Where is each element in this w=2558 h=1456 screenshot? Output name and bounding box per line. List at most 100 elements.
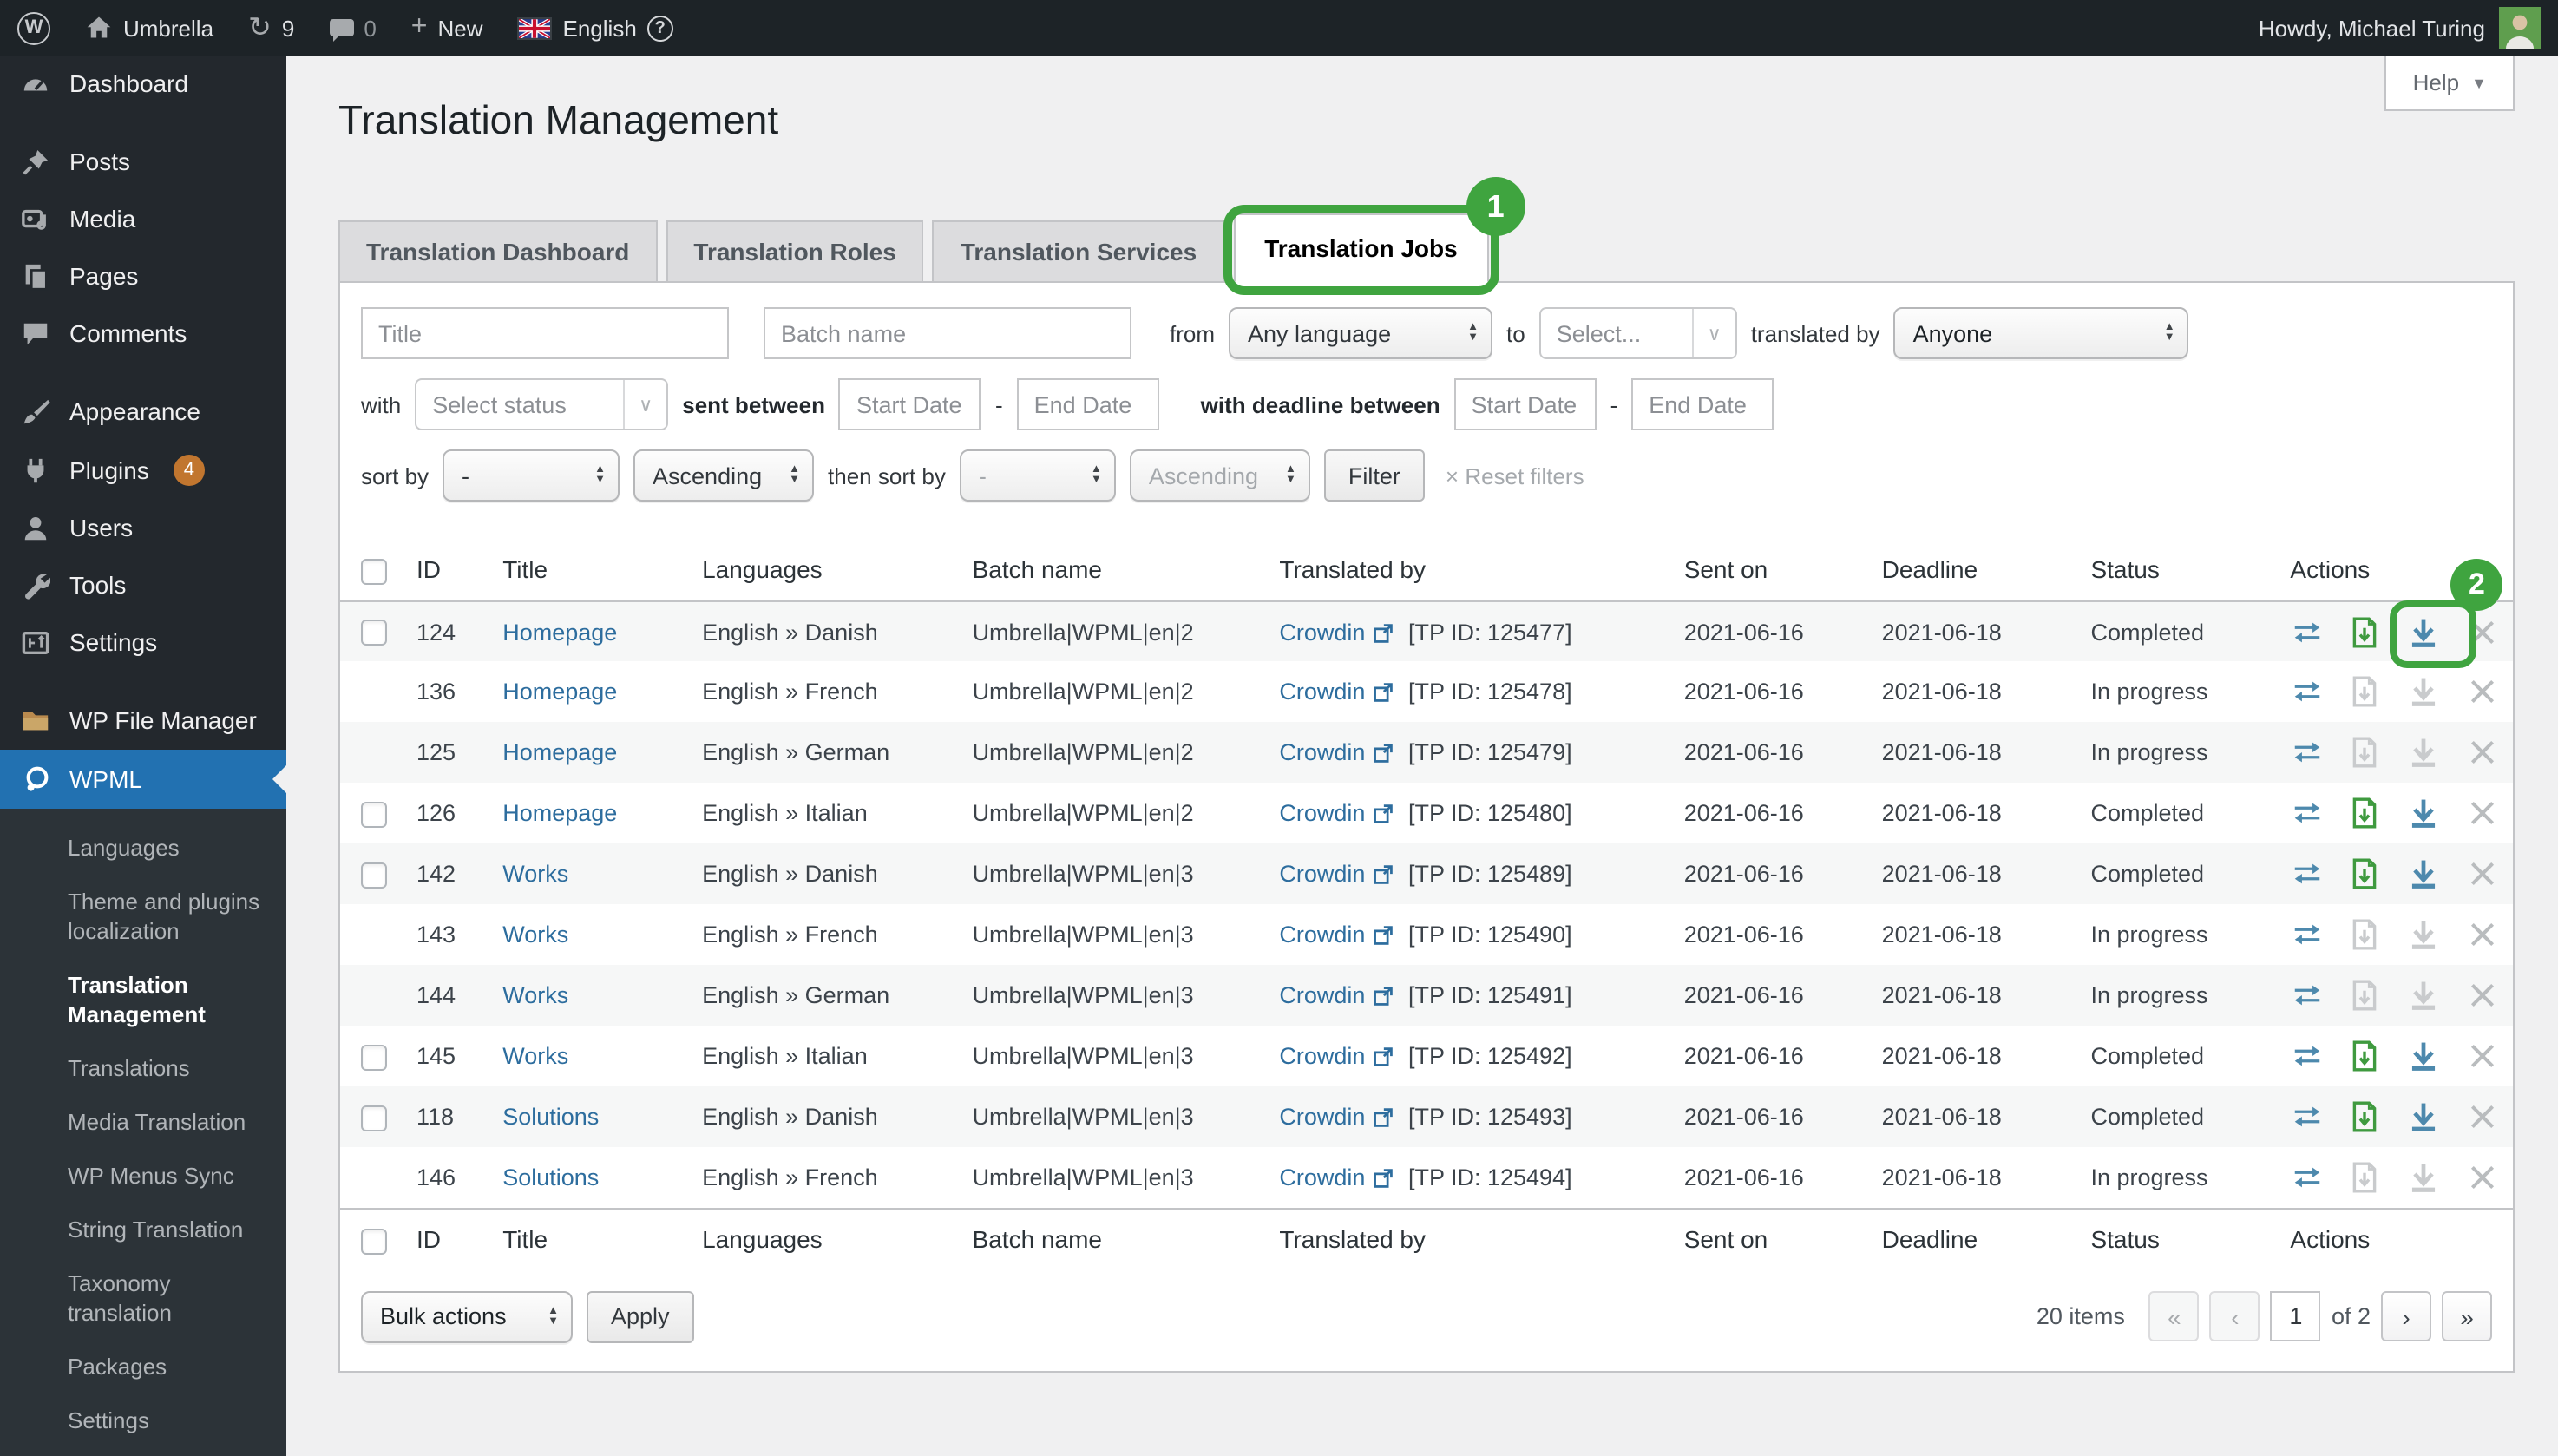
select-all-checkbox[interactable] <box>361 559 387 585</box>
sent-start-date-input[interactable] <box>839 378 981 430</box>
last-page-button[interactable]: » <box>2442 1291 2492 1341</box>
translator-link[interactable]: Crowdin <box>1279 679 1365 705</box>
row-checkbox[interactable] <box>361 862 387 889</box>
filter-button[interactable]: Filter <box>1324 449 1425 502</box>
wordpress-menu[interactable]: W <box>0 0 68 56</box>
apply-button[interactable]: Apply <box>587 1290 694 1342</box>
deadline-end-date-input[interactable] <box>1631 378 1774 430</box>
submenu-theme-localization[interactable]: Theme and plugins localization <box>0 875 286 958</box>
submenu-taxonomy-translation[interactable]: Taxonomy translation <box>0 1256 286 1340</box>
sidebar-item-media[interactable]: Media <box>0 191 286 248</box>
cancel-job-icon[interactable] <box>2466 1161 2499 1194</box>
translator-link[interactable]: Crowdin <box>1279 922 1365 948</box>
row-checkbox[interactable] <box>361 1105 387 1131</box>
tab-translation-jobs[interactable]: Translation Jobs 1 <box>1233 213 1489 283</box>
cancel-job-icon[interactable] <box>2466 858 2499 891</box>
download-translation-icon[interactable] <box>2407 858 2440 891</box>
translator-link[interactable]: Crowdin <box>1279 801 1365 827</box>
export-xliff-icon[interactable] <box>2349 1040 2382 1073</box>
site-link[interactable]: Umbrella <box>68 0 231 56</box>
translator-link[interactable]: Crowdin <box>1279 1044 1365 1070</box>
row-checkbox[interactable] <box>361 802 387 828</box>
sidebar-item-wp-file-manager[interactable]: WP File Manager <box>0 692 286 750</box>
export-xliff-icon[interactable] <box>2349 797 2382 830</box>
submenu-support[interactable]: Support <box>0 1447 286 1456</box>
current-page-input[interactable] <box>2271 1291 2321 1341</box>
download-translation-icon[interactable] <box>2407 1101 2440 1134</box>
translator-link[interactable]: Crowdin <box>1279 740 1365 766</box>
submenu-media-translation[interactable]: Media Translation <box>0 1095 286 1149</box>
sort2-order-select[interactable]: Ascending ▲▼ <box>1130 449 1310 502</box>
translator-link[interactable]: Crowdin <box>1279 619 1365 645</box>
translator-link[interactable]: Crowdin <box>1279 1164 1365 1190</box>
translator-link[interactable]: Crowdin <box>1279 1105 1365 1131</box>
submenu-wp-menus-sync[interactable]: WP Menus Sync <box>0 1149 286 1203</box>
howdy-text[interactable]: Howdy, Michael Turing <box>2259 15 2485 41</box>
updates-button[interactable]: ↻ 9 <box>231 0 312 56</box>
batch-name-filter-input[interactable] <box>764 307 1131 359</box>
cancel-job-icon[interactable] <box>2466 980 2499 1013</box>
title-filter-input[interactable] <box>361 307 729 359</box>
avatar[interactable] <box>2499 7 2541 49</box>
sync-job-icon[interactable] <box>2290 858 2323 891</box>
translator-link[interactable]: Crowdin <box>1279 862 1365 888</box>
submenu-translation-management[interactable]: Translation Management <box>0 958 286 1041</box>
cancel-job-icon[interactable] <box>2466 615 2499 648</box>
download-translation-icon[interactable] <box>2407 1040 2440 1073</box>
download-translation-icon[interactable] <box>2407 615 2440 648</box>
sync-job-icon[interactable] <box>2290 980 2323 1013</box>
submenu-languages[interactable]: Languages <box>0 821 286 875</box>
bulk-actions-select[interactable]: Bulk actions ▲▼ <box>361 1290 573 1342</box>
sent-end-date-input[interactable] <box>1017 378 1159 430</box>
cancel-job-icon[interactable] <box>2466 1101 2499 1134</box>
sync-job-icon[interactable] <box>2290 797 2323 830</box>
job-title-link[interactable]: Homepage <box>502 801 617 827</box>
sidebar-item-users[interactable]: Users <box>0 500 286 557</box>
next-page-button[interactable]: › <box>2381 1291 2431 1341</box>
job-title-link[interactable]: Works <box>502 922 568 948</box>
deadline-start-date-input[interactable] <box>1454 378 1597 430</box>
job-title-link[interactable]: Solutions <box>502 1164 599 1190</box>
sidebar-item-appearance[interactable]: Appearance <box>0 384 286 441</box>
sync-job-icon[interactable] <box>2290 676 2323 709</box>
reset-filters-link[interactable]: × Reset filters <box>1446 462 1584 489</box>
cancel-job-icon[interactable] <box>2466 737 2499 770</box>
tab-translation-services[interactable]: Translation Services <box>933 220 1224 283</box>
sync-job-icon[interactable] <box>2290 737 2323 770</box>
comments-button[interactable]: 0 <box>312 0 393 56</box>
sort-order-select[interactable]: Ascending ▲▼ <box>633 449 814 502</box>
sidebar-item-comments[interactable]: Comments <box>0 305 286 363</box>
cancel-job-icon[interactable] <box>2466 1040 2499 1073</box>
translator-link[interactable]: Crowdin <box>1279 983 1365 1009</box>
sidebar-item-pages[interactable]: Pages <box>0 248 286 305</box>
sidebar-item-settings[interactable]: Settings <box>0 614 286 672</box>
language-switcher[interactable]: English ? <box>501 0 691 56</box>
submenu-translations[interactable]: Translations <box>0 1041 286 1095</box>
sync-job-icon[interactable] <box>2290 615 2323 648</box>
from-language-select[interactable]: Any language ▲▼ <box>1229 307 1492 359</box>
help-dropdown[interactable]: Help ▼ <box>2385 56 2515 111</box>
export-xliff-icon[interactable] <box>2349 615 2382 648</box>
job-title-link[interactable]: Homepage <box>502 679 617 705</box>
job-title-link[interactable]: Homepage <box>502 740 617 766</box>
status-select[interactable]: Select status ∨ <box>415 378 668 430</box>
sort-field-select[interactable]: - ▲▼ <box>443 449 620 502</box>
job-title-link[interactable]: Homepage <box>502 619 617 645</box>
cancel-job-icon[interactable] <box>2466 676 2499 709</box>
submenu-settings[interactable]: Settings <box>0 1394 286 1447</box>
cancel-job-icon[interactable] <box>2466 797 2499 830</box>
sync-job-icon[interactable] <box>2290 1040 2323 1073</box>
export-xliff-icon[interactable] <box>2349 1101 2382 1134</box>
sync-job-icon[interactable] <box>2290 1161 2323 1194</box>
job-title-link[interactable]: Works <box>502 862 568 888</box>
row-checkbox[interactable] <box>361 620 387 646</box>
tab-translation-roles[interactable]: Translation Roles <box>666 220 923 283</box>
submenu-packages[interactable]: Packages <box>0 1340 286 1394</box>
sidebar-item-dashboard[interactable]: Dashboard <box>0 56 286 113</box>
new-content-button[interactable]: + New <box>394 0 501 56</box>
export-xliff-icon[interactable] <box>2349 858 2382 891</box>
select-all-checkbox[interactable] <box>361 1228 387 1254</box>
download-translation-icon[interactable] <box>2407 797 2440 830</box>
cancel-job-icon[interactable] <box>2466 919 2499 952</box>
job-title-link[interactable]: Solutions <box>502 1105 599 1131</box>
